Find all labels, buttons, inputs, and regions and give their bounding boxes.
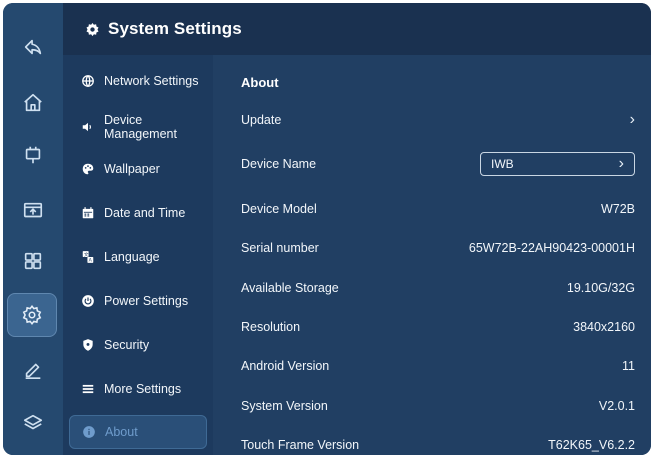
device-name-row: Device Name IWB › <box>241 150 635 178</box>
info-value: 11 <box>622 359 635 373</box>
menu-item-label: Power Settings <box>104 294 189 308</box>
info-value: W72B <box>600 202 635 216</box>
info-label: Android Version <box>241 359 330 373</box>
chevron-right-icon: › <box>618 155 624 172</box>
info-label: Resolution <box>241 320 301 334</box>
info-row-touch-frame-version: Touch Frame Version T62K65_V6.2.2 <box>241 431 635 455</box>
chevron-right-icon: › <box>629 111 635 128</box>
palette-icon <box>81 162 95 176</box>
speaker-icon <box>81 120 95 134</box>
info-value: 65W72B-22AH90423-00001H <box>468 241 635 255</box>
screen-share-icon <box>23 202 43 218</box>
section-title: About <box>241 75 279 90</box>
menu-item-network-settings[interactable]: Network Settings <box>69 71 207 91</box>
info-row-device-model: Device Model W72B <box>241 195 635 223</box>
language-icon: 文A <box>81 250 95 264</box>
list-icon <box>81 382 95 396</box>
menu-item-about[interactable]: About <box>69 415 207 449</box>
menu-item-power-settings[interactable]: Power Settings <box>69 291 207 311</box>
info-row-android-version: Android Version 11 <box>241 352 635 380</box>
device-name-value: IWB <box>491 157 514 171</box>
shield-icon <box>81 338 95 352</box>
pen-icon <box>25 363 41 379</box>
home-icon <box>24 93 42 112</box>
screen-share-button[interactable] <box>3 189 63 233</box>
info-row-serial-number: Serial number 65W72B-22AH90423-00001H <box>241 234 635 262</box>
info-icon <box>82 425 96 439</box>
menu-item-wallpaper[interactable]: Wallpaper <box>69 159 207 179</box>
layers-icon <box>23 414 43 430</box>
menu-item-language[interactable]: 文A Language <box>69 247 207 267</box>
settings-menu: Network Settings Device Management Wallp… <box>63 55 213 455</box>
device-name-label: Device Name <box>241 157 317 171</box>
about-panel: About Update › Device Name IWB › Device … <box>213 55 651 455</box>
gear-icon <box>86 22 99 36</box>
menu-item-label: Device Management <box>104 113 177 141</box>
page-title: System Settings <box>108 19 242 38</box>
info-value: T62K65_V6.2.2 <box>548 438 635 452</box>
info-label: Device Model <box>241 202 317 216</box>
settings-window: System Settings Network Settings Device … <box>3 3 651 455</box>
menu-item-date-and-time[interactable]: Date and Time <box>69 203 207 223</box>
back-button[interactable] <box>3 25 63 69</box>
layers-button[interactable] <box>3 401 63 445</box>
menu-item-label: Network Settings <box>104 74 199 88</box>
info-label: System Version <box>241 399 328 413</box>
back-icon <box>24 39 42 55</box>
settings-button[interactable] <box>7 293 57 337</box>
update-row[interactable]: Update › <box>241 106 635 134</box>
menu-item-security[interactable]: Security <box>69 335 207 355</box>
info-value: 19.10G/32G <box>566 281 635 295</box>
apps-grid-icon <box>24 252 42 270</box>
settings-gear-icon <box>22 305 42 325</box>
info-label: Touch Frame Version <box>241 438 360 452</box>
device-name-field[interactable]: IWB › <box>480 152 635 176</box>
menu-item-label: Date and Time <box>104 206 186 220</box>
menu-item-label: Security <box>104 338 150 352</box>
apps-button[interactable] <box>3 239 63 283</box>
update-label: Update <box>241 113 282 127</box>
globe-icon <box>81 74 95 88</box>
info-label: Available Storage <box>241 281 339 295</box>
info-label: Serial number <box>241 241 319 255</box>
info-value: V2.0.1 <box>598 399 635 413</box>
calendar-icon <box>81 206 95 220</box>
menu-item-label: More Settings <box>104 382 182 396</box>
monitor-icon <box>25 146 41 164</box>
page-header: System Settings <box>63 3 651 55</box>
menu-item-label: Wallpaper <box>104 162 160 176</box>
info-row-resolution: Resolution 3840x2160 <box>241 313 635 341</box>
info-row-available-storage: Available Storage 19.10G/32G <box>241 274 635 302</box>
monitor-button[interactable] <box>3 133 63 177</box>
menu-item-label: Language <box>104 250 160 264</box>
menu-item-label: About <box>105 425 138 439</box>
power-icon <box>81 294 95 308</box>
info-row-system-version: System Version V2.0.1 <box>241 392 635 420</box>
menu-item-device-management[interactable]: Device Management <box>69 111 207 143</box>
home-button[interactable] <box>3 81 63 125</box>
info-value: 3840x2160 <box>573 320 635 334</box>
left-rail <box>3 3 63 455</box>
menu-item-more-settings[interactable]: More Settings <box>69 379 207 399</box>
pen-button[interactable] <box>3 347 63 391</box>
